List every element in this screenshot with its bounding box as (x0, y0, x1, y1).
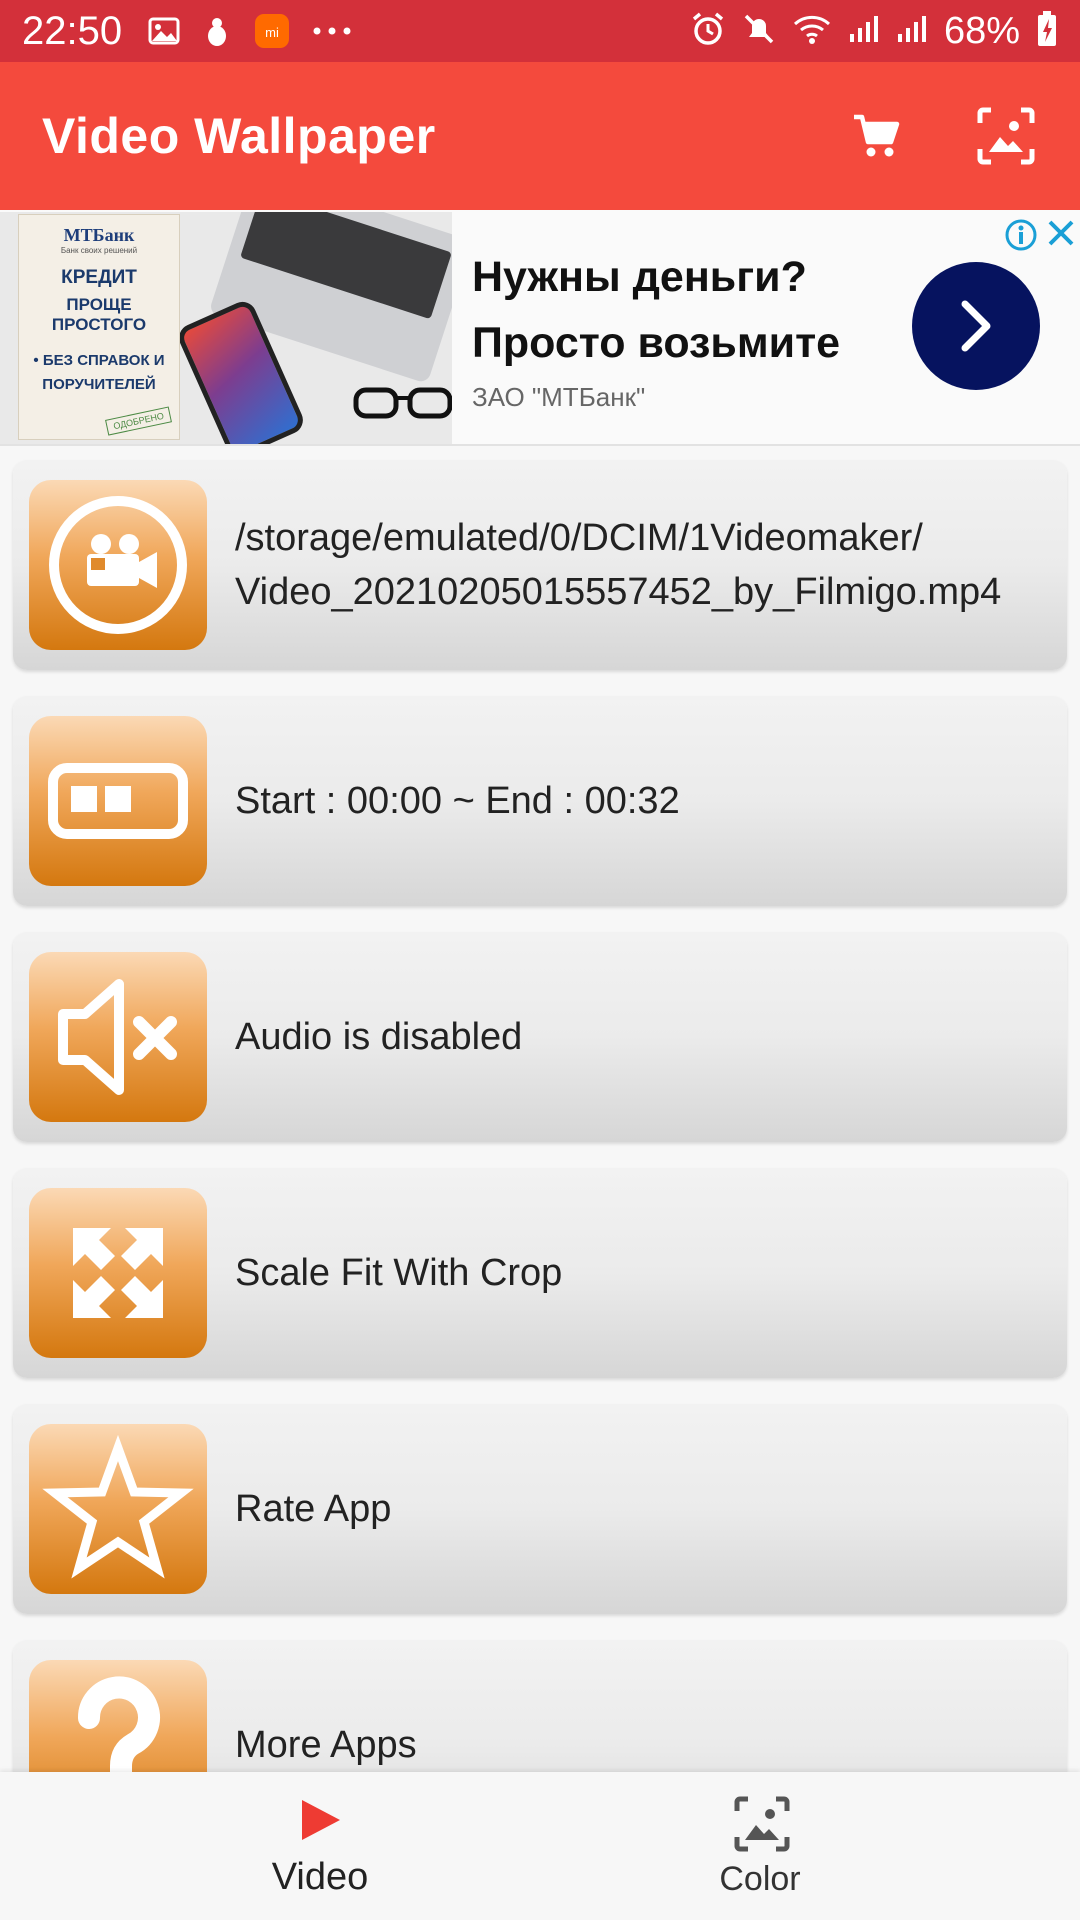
close-icon (1048, 220, 1074, 246)
app-bar: Video Wallpaper (0, 62, 1080, 210)
status-time: 22:50 (22, 8, 123, 53)
expand-icon (29, 1188, 207, 1358)
scale-item[interactable]: Scale Fit With Crop (13, 1168, 1067, 1378)
ad-poster-line: КРЕДИТ (61, 267, 137, 288)
signal-icon (848, 14, 880, 49)
ad-headline-line: Просто возьмите (472, 319, 841, 367)
audio-item[interactable]: Audio is disabled (13, 932, 1067, 1142)
trim-range-label: Start : 00:00 ~ End : 00:32 (235, 780, 680, 822)
chevron-right-icon (961, 300, 991, 352)
image-icon (148, 17, 180, 45)
ad-poster-tagline: Банк своих решений (60, 246, 138, 255)
scale-mode-label: Scale Fit With Crop (235, 1252, 563, 1294)
wallpaper-preview-icon (977, 107, 1035, 165)
ad-poster-stamp: ОДОБРЕНО (104, 406, 172, 436)
trim-item[interactable]: Start : 00:00 ~ End : 00:32 (13, 696, 1067, 906)
ad-close-button[interactable] (1046, 218, 1076, 253)
ad-poster-line: ПРОЩЕ ПРОСТОГО (51, 295, 147, 334)
ad-open-button[interactable] (912, 262, 1040, 390)
battery-percent: 68% (943, 9, 1020, 52)
ad-headline[interactable]: Нужны деньги? Просто возьмите (472, 244, 892, 376)
svg-text:mi: mi (265, 25, 279, 40)
nav-color-tab[interactable]: Color (490, 1772, 1030, 1920)
nav-color-label: Color (719, 1860, 801, 1898)
status-bar: 22:50 mi 68% (0, 0, 1080, 62)
video-path-line: /storage/emulated/0/DCIM/1Videomaker/ (235, 517, 923, 559)
ad-poster: МТБанк Банк своих решений КРЕДИТ ПРОЩЕ П… (18, 214, 180, 440)
signal-icon (896, 14, 928, 49)
bug-icon (202, 15, 232, 47)
ad-poster-brand: МТБанк (63, 225, 135, 245)
ad-headline-line: Нужны деньги? (472, 253, 807, 301)
play-icon (302, 1800, 340, 1840)
wifi-icon (792, 13, 832, 50)
audio-status-label: Audio is disabled (235, 1016, 523, 1058)
video-filename-line: Video_20210205015557452_by_Filmigo.mp4 (235, 571, 1002, 613)
rate-app-item[interactable]: Rate App (13, 1404, 1067, 1614)
video-camera-icon (29, 480, 207, 650)
app-title: Video Wallpaper (42, 108, 436, 164)
wallpaper-icon (734, 1796, 790, 1852)
bottom-navigation: Video Color (0, 1772, 1080, 1920)
speaker-mute-icon (29, 952, 207, 1122)
star-icon (29, 1424, 207, 1594)
glasses-graphic (353, 387, 452, 419)
alarm-icon (690, 11, 726, 52)
ad-poster-line: • БЕЗ СПРАВОК И (33, 352, 165, 369)
ad-poster-line: ПОРУЧИТЕЛЕЙ (42, 376, 156, 393)
ad-info-button[interactable] (1004, 218, 1038, 257)
video-file-item[interactable]: /storage/emulated/0/DCIM/1Videomaker/ Vi… (13, 460, 1067, 670)
battery-icon (1036, 10, 1058, 53)
ad-image[interactable]: МТБанк Банк своих решений КРЕДИТ ПРОЩЕ П… (0, 212, 452, 444)
mute-icon (742, 12, 776, 51)
more-apps-label: More Apps (235, 1724, 417, 1766)
mi-icon: mi (254, 13, 290, 49)
cart-icon (854, 114, 900, 157)
trim-icon (29, 716, 207, 886)
cart-button[interactable] (844, 104, 908, 168)
ad-advertiser: ЗАО "МТБанк" (472, 382, 646, 412)
info-icon (1005, 219, 1037, 251)
wallpaper-preview-button[interactable] (974, 104, 1038, 168)
rate-app-label: Rate App (235, 1488, 392, 1530)
more-icon (312, 26, 352, 36)
